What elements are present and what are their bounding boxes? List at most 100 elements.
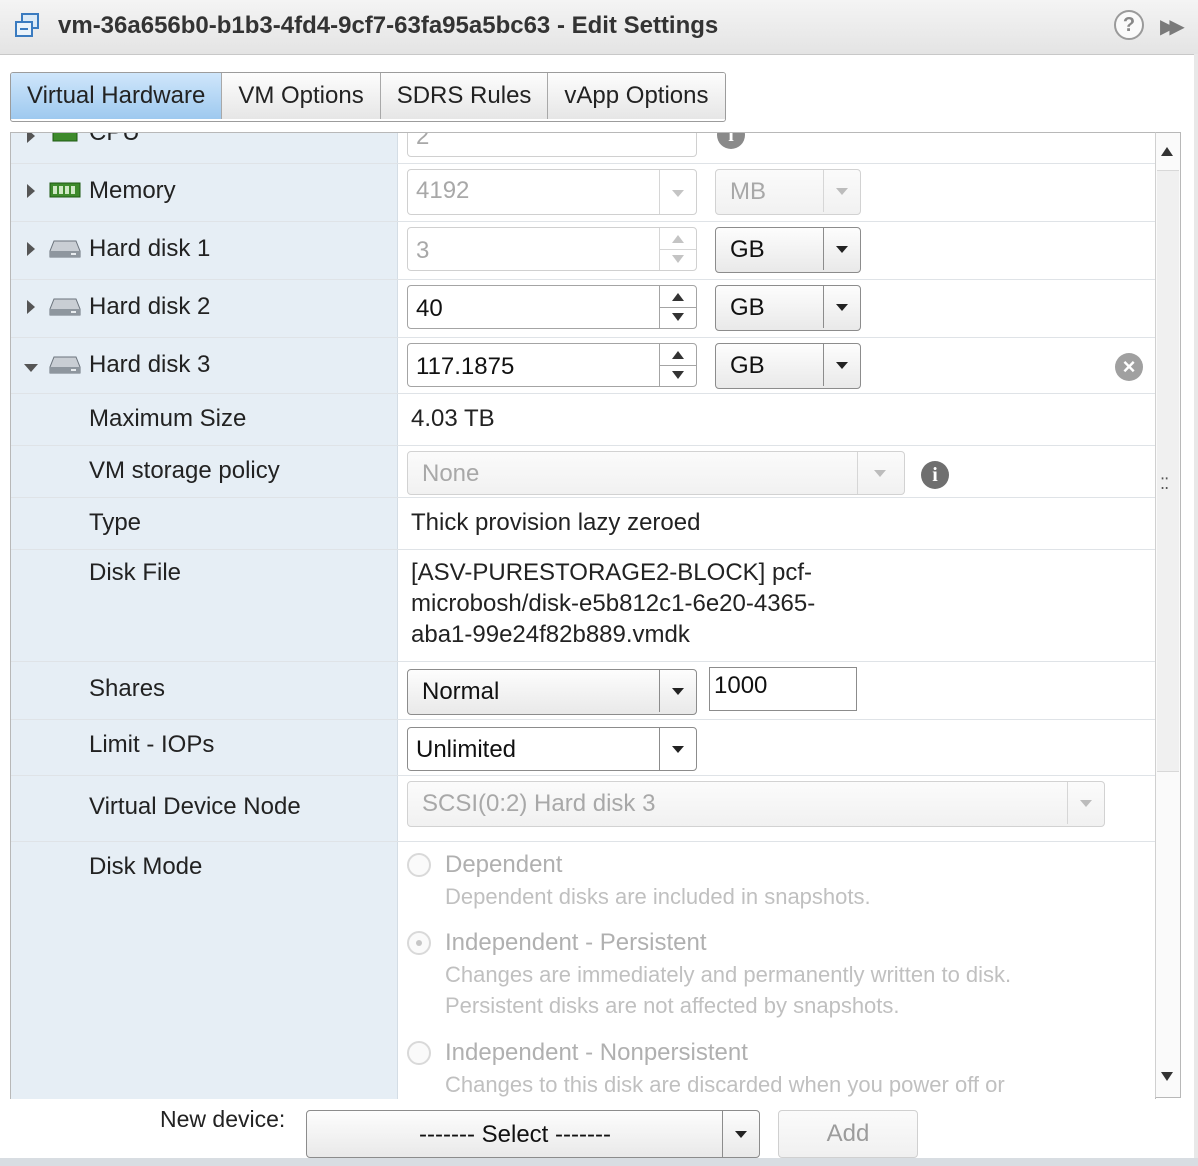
window-edge	[1194, 54, 1198, 1158]
tab-sdrs-rules[interactable]: SDRS Rules	[380, 73, 549, 119]
disk-file-label: Disk File	[89, 559, 182, 586]
row-divider	[11, 163, 1155, 164]
info-icon[interactable]: i	[921, 461, 949, 489]
row-divider	[11, 221, 1155, 222]
hard-disk-icon	[49, 298, 81, 316]
add-button[interactable]: Add	[778, 1110, 918, 1158]
disk-mode-label: Disk Mode	[89, 853, 203, 880]
radio-dependent	[407, 853, 431, 877]
hard-disk-3-unit-value: GB	[730, 352, 765, 379]
disk-file-value: [ASV-PURESTORAGE2-BLOCK] pcf-microbosh/d…	[411, 559, 816, 648]
help-icon[interactable]: ?	[1114, 10, 1144, 40]
row-divider	[11, 549, 1155, 550]
row-divider	[11, 775, 1155, 776]
collapse-toggle-hard-disk-3[interactable]	[24, 364, 38, 372]
row-divider	[11, 719, 1155, 720]
scrollbar-thumb[interactable]	[1157, 170, 1179, 772]
device-node-label: Virtual Device Node	[89, 793, 301, 820]
shares-value: Normal	[422, 678, 500, 705]
scroll-down-arrow-icon[interactable]	[1161, 1072, 1173, 1081]
hard-disk-1-size-input: 3	[407, 227, 697, 271]
tab-virtual-hardware[interactable]: Virtual Hardware	[11, 73, 223, 119]
hardware-panel: CPU 2 i Memory 4192 MB Hard disk 1 3 GB	[10, 132, 1156, 1099]
cpu-count-value: 2	[416, 132, 430, 150]
tab-bar: Virtual Hardware VM Options SDRS Rules v…	[10, 72, 726, 122]
new-device-label: New device:	[160, 1106, 286, 1132]
max-size-label: Maximum Size	[89, 405, 247, 432]
hard-disk-1-size-value: 3	[416, 237, 430, 264]
cpu-label: CPU	[89, 132, 140, 146]
storage-policy-value: None	[422, 460, 480, 487]
memory-label: Memory	[89, 177, 176, 204]
hard-disk-3-unit-select[interactable]: GB	[715, 343, 861, 389]
vm-icon	[15, 13, 39, 37]
memory-dropdown-button	[659, 170, 696, 214]
hard-disk-3-size-value: 117.1875	[416, 353, 515, 380]
row-divider	[11, 445, 1155, 446]
limit-iops-label: Limit - IOPs	[89, 731, 215, 758]
double-chevron-right-icon[interactable]: ▶▶	[1160, 14, 1188, 38]
hard-disk-3-size-input[interactable]: 117.1875	[407, 343, 697, 387]
radio-independent-persistent-desc: Persistent disks are not affected by sna…	[445, 993, 900, 1018]
hard-disk-1-label: Hard disk 1	[89, 235, 211, 262]
limit-iops-value: Unlimited	[416, 736, 517, 763]
cpu-count-input: 2	[407, 132, 697, 157]
hard-disk-1-unit-value: GB	[730, 236, 765, 263]
label-column	[11, 133, 398, 1099]
radio-independent-persistent-label: Independent - Persistent	[445, 929, 707, 956]
type-value: Thick provision lazy zeroed	[411, 509, 701, 536]
limit-iops-select[interactable]: Unlimited	[407, 727, 697, 771]
radio-dependent-desc: Dependent disks are included in snapshot…	[445, 884, 871, 909]
storage-policy-select: None	[407, 451, 905, 495]
hard-disk-2-label: Hard disk 2	[89, 293, 211, 320]
cpu-icon	[52, 133, 78, 142]
memory-icon	[49, 182, 81, 198]
hard-disk-icon	[49, 356, 81, 374]
expand-toggle-memory[interactable]	[27, 184, 35, 198]
row-divider	[11, 661, 1155, 662]
hard-disk-2-size-value: 40	[416, 295, 443, 322]
hard-disk-icon	[49, 240, 81, 258]
device-node-value: SCSI(0:2) Hard disk 3	[422, 790, 656, 817]
expand-toggle-cpu[interactable]	[27, 133, 35, 143]
radio-dependent-label: Dependent	[445, 851, 563, 878]
expand-toggle-hard-disk-1[interactable]	[27, 242, 35, 256]
hard-disk-2-size-input[interactable]: 40	[407, 285, 697, 329]
row-divider	[11, 279, 1155, 280]
info-icon[interactable]: i	[717, 133, 745, 149]
shares-label: Shares	[89, 675, 166, 702]
radio-independent-persistent	[407, 931, 431, 955]
tab-vm-options[interactable]: VM Options	[222, 73, 381, 119]
radio-independent-nonpersistent-desc: Changes to this disk are discarded when …	[445, 1072, 1005, 1097]
max-size-value: 4.03 TB	[411, 405, 495, 432]
new-device-select-value: ------- Select -------	[419, 1121, 611, 1148]
radio-independent-persistent-desc: Changes are immediately and permanently …	[445, 962, 1012, 987]
shares-select[interactable]: Normal	[407, 669, 697, 715]
row-divider	[11, 393, 1155, 394]
row-divider	[11, 841, 1155, 842]
device-node-select: SCSI(0:2) Hard disk 3	[407, 781, 1105, 827]
tab-vapp-options[interactable]: vApp Options	[548, 73, 725, 119]
expand-toggle-hard-disk-2[interactable]	[27, 300, 35, 314]
window-bottom-edge	[0, 1158, 1198, 1166]
type-label: Type	[89, 509, 142, 536]
new-device-select[interactable]: ------- Select -------	[306, 1110, 760, 1158]
row-divider	[11, 337, 1155, 338]
storage-policy-label: VM storage policy	[89, 457, 280, 484]
radio-independent-nonpersistent	[407, 1041, 431, 1065]
shares-number-value: 1000	[714, 672, 768, 699]
hard-disk-2-unit-select[interactable]: GB	[715, 285, 861, 331]
memory-unit-value: MB	[730, 178, 766, 205]
hard-disk-3-label: Hard disk 3	[89, 351, 211, 378]
memory-size-value: 4192	[416, 177, 470, 204]
memory-size-input: 4192	[407, 169, 697, 215]
resize-grip-icon[interactable]: ⁚⁚	[1160, 474, 1169, 494]
remove-circle-icon[interactable]: ×	[1115, 353, 1143, 381]
shares-number-input[interactable]: 1000	[709, 667, 857, 711]
radio-independent-nonpersistent-label: Independent - Nonpersistent	[445, 1039, 748, 1066]
memory-unit-select: MB	[715, 169, 861, 215]
row-divider	[11, 497, 1155, 498]
hard-disk-1-unit-select[interactable]: GB	[715, 227, 861, 273]
scroll-up-arrow-icon[interactable]	[1161, 147, 1173, 156]
window-title: vm-36a656b0-b1b3-4fd4-9cf7-63fa95a5bc63 …	[58, 12, 719, 39]
